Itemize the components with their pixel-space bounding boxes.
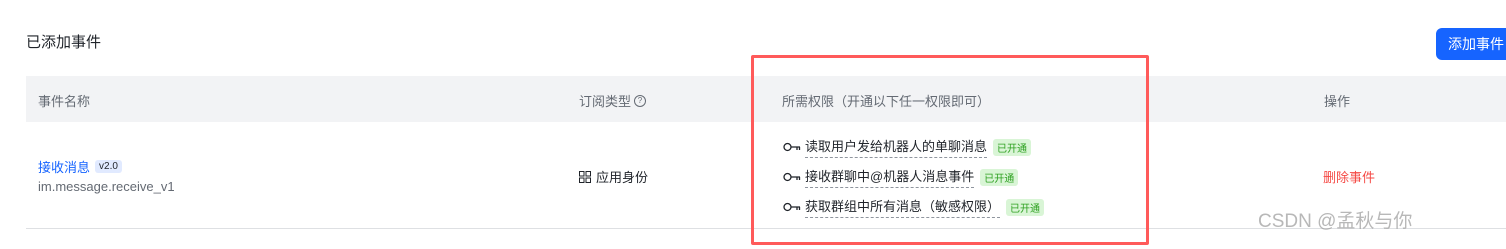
- key-icon: [783, 172, 801, 182]
- key-icon: [783, 142, 801, 152]
- header-event-name: 事件名称: [38, 94, 91, 109]
- grid-icon: [579, 170, 591, 183]
- permission-label[interactable]: 接收群聊中@机器人消息事件: [805, 166, 975, 188]
- table-header: 事件名称 订阅类型 ? 所需权限（开通以下任一权限即可） 操作: [26, 76, 1506, 122]
- event-name-cell: 接收消息 v2.0: [38, 157, 122, 176]
- watermark: CSDN @孟秋与你: [1258, 211, 1413, 232]
- subscription-type-cell: 应用身份: [579, 167, 648, 186]
- header-operation: 操作: [1324, 94, 1351, 109]
- section-title: 已添加事件: [26, 34, 102, 51]
- permission-status-badge: 已开通: [993, 138, 1032, 156]
- permission-item: 获取群组中所有消息（敏感权限） 已开通: [783, 196, 1045, 218]
- version-badge: v2.0: [95, 160, 122, 173]
- permission-item: 接收群聊中@机器人消息事件 已开通: [783, 166, 1019, 188]
- help-circle-icon[interactable]: ?: [634, 94, 647, 107]
- header-permission: 所需权限（开通以下任一权限即可）: [782, 94, 991, 109]
- add-event-button[interactable]: 添加事件: [1436, 28, 1506, 60]
- permission-status-badge: 已开通: [980, 168, 1019, 186]
- permission-item: 读取用户发给机器人的单聊消息 已开通: [783, 136, 1032, 158]
- header-subscription-type: 订阅类型 ?: [579, 91, 647, 110]
- delete-event-link[interactable]: 删除事件: [1323, 167, 1375, 186]
- permission-label[interactable]: 读取用户发给机器人的单聊消息: [805, 136, 988, 158]
- permission-status-badge: 已开通: [1006, 198, 1045, 216]
- event-id: im.message.receive_v1: [38, 179, 175, 194]
- permission-label[interactable]: 获取群组中所有消息（敏感权限）: [805, 196, 1001, 218]
- event-name-link[interactable]: 接收消息: [38, 157, 90, 176]
- header-subscription-type-label: 订阅类型: [579, 94, 632, 109]
- subscription-type-label: 应用身份: [596, 170, 649, 185]
- key-icon: [783, 202, 801, 212]
